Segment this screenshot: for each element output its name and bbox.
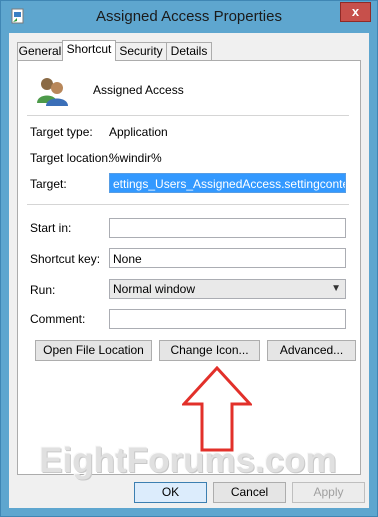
- target-field[interactable]: ettings_Users_AssignedAccess.settingcont…: [109, 173, 346, 193]
- chevron-down-icon: ▼: [331, 283, 341, 294]
- properties-window: Assigned Access Properties x General Sho…: [0, 0, 378, 517]
- tab-security[interactable]: Security: [115, 42, 167, 60]
- target-type-value: Application: [109, 125, 168, 139]
- window-title: Assigned Access Properties: [96, 8, 282, 25]
- cancel-button[interactable]: Cancel: [213, 482, 286, 503]
- comment-label: Comment:: [30, 312, 86, 326]
- run-select-value: Normal window: [113, 282, 196, 296]
- start-in-label: Start in:: [30, 221, 72, 235]
- change-icon-button[interactable]: Change Icon...: [159, 340, 260, 361]
- shortcut-key-label: Shortcut key:: [30, 252, 101, 266]
- separator: [27, 115, 349, 116]
- close-button[interactable]: x: [340, 2, 371, 22]
- apply-button[interactable]: Apply: [292, 482, 365, 503]
- target-type-label: Target type:: [30, 125, 93, 139]
- dialog-client-area: General Shortcut Security Details Assign…: [9, 33, 369, 508]
- ok-button[interactable]: OK: [134, 482, 207, 503]
- tab-details[interactable]: Details: [166, 42, 212, 60]
- start-in-field[interactable]: [109, 218, 346, 238]
- target-location-label: Target location:: [30, 151, 112, 165]
- run-label: Run:: [30, 283, 56, 297]
- target-label: Target:: [30, 177, 67, 191]
- up-arrow-icon: [182, 366, 252, 452]
- run-select[interactable]: Normal window ▼: [109, 279, 346, 299]
- advanced-button[interactable]: Advanced...: [267, 340, 356, 361]
- watermark-text: EightForums.com: [39, 441, 337, 480]
- comment-field[interactable]: [109, 309, 346, 329]
- tab-shortcut[interactable]: Shortcut: [62, 40, 116, 61]
- separator: [27, 204, 349, 205]
- title-bar[interactable]: Assigned Access Properties x: [1, 1, 377, 33]
- app-name: Assigned Access: [93, 83, 184, 97]
- open-file-location-button[interactable]: Open File Location: [35, 340, 152, 361]
- shortcut-tab-panel: Assigned Access Target type: Application…: [17, 60, 361, 475]
- shortcut-key-field[interactable]: None: [109, 248, 346, 268]
- tab-general[interactable]: General: [17, 42, 63, 60]
- users-icon: [37, 78, 68, 106]
- target-location-value: %windir%: [109, 151, 162, 165]
